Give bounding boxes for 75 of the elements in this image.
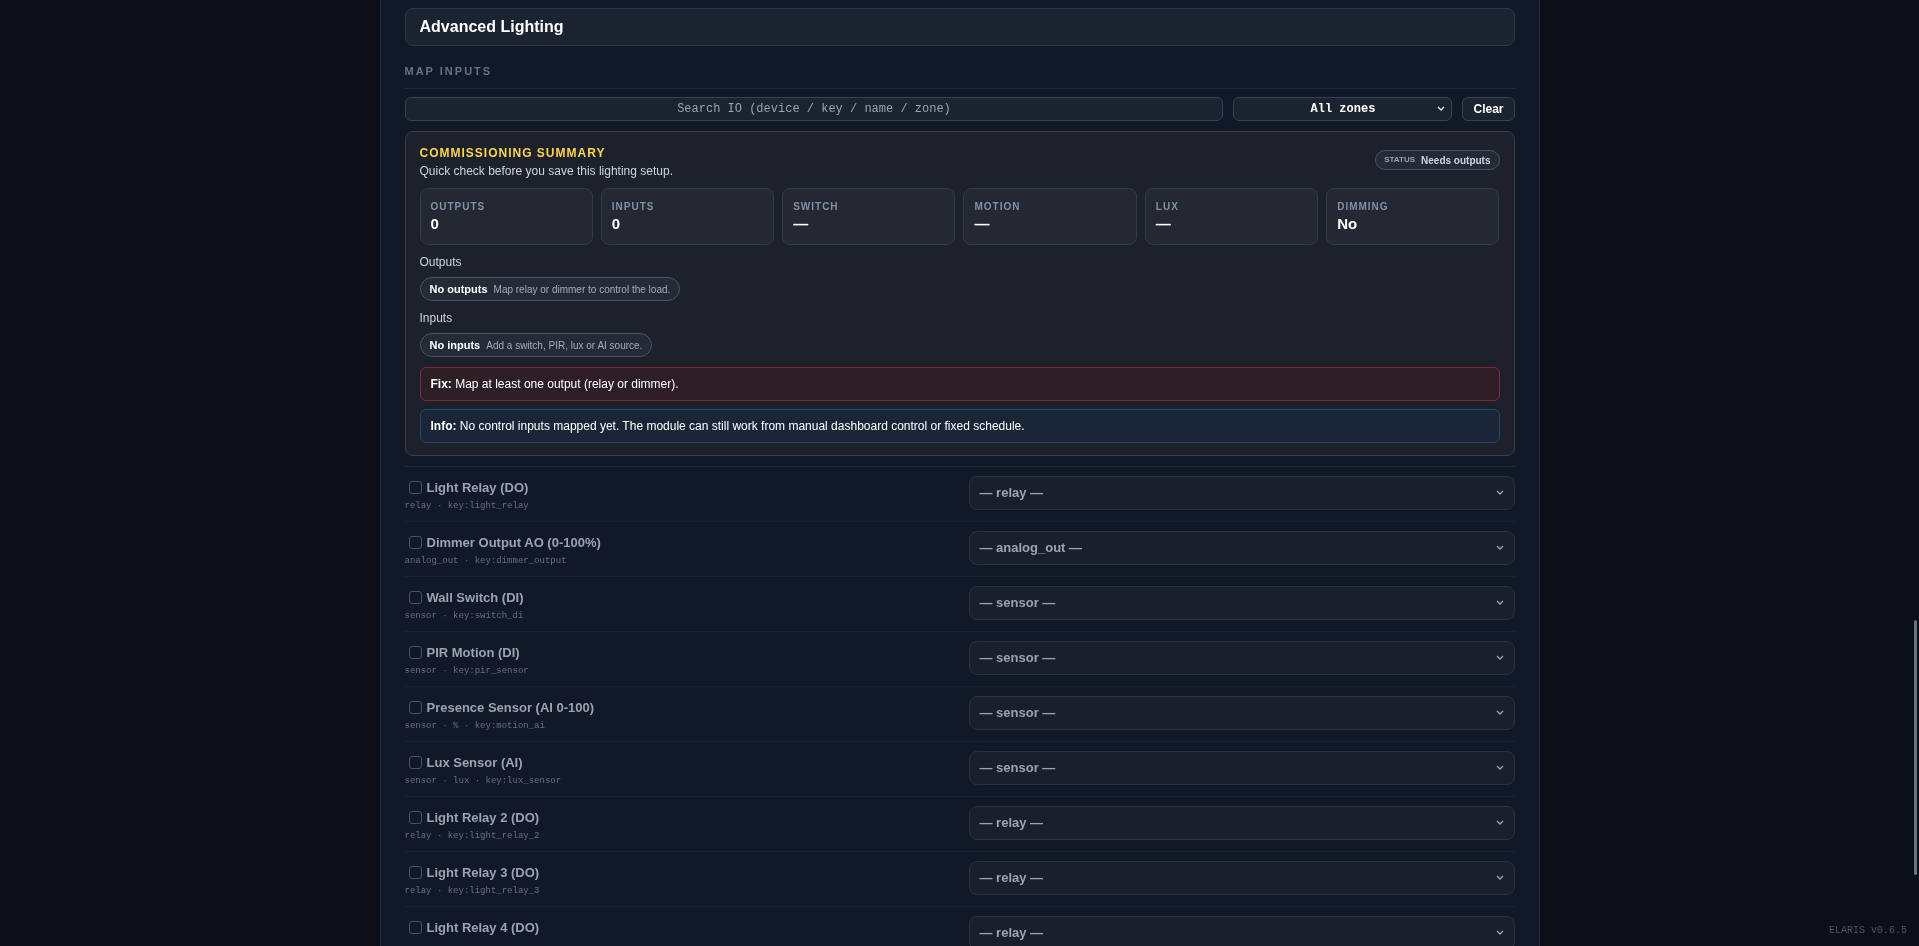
summary-subtitle: Quick check before you save this lighting setup.	[419, 163, 673, 180]
io-label: Dimmer Output AO (0-100%)	[426, 534, 601, 552]
mapping-dropdown[interactable]: — sensor —	[968, 586, 1515, 620]
notice-text: Fix: Map at least one output (relay or dimmer).	[430, 376, 679, 393]
io-meta: sensor · key:pir_sensor	[404, 664, 530, 678]
io-meta: sensor · % · key:motion_ai	[404, 719, 546, 733]
checkbox[interactable]	[408, 921, 422, 935]
chip-title: No outputs	[429, 281, 488, 297]
group-title: Outputs	[419, 254, 463, 271]
chevron-down-icon	[1495, 710, 1504, 716]
io-meta: analog_out · key:dimmer_output	[404, 554, 568, 568]
stat-value: —	[1155, 214, 1172, 234]
checkbox[interactable]	[408, 756, 422, 770]
status-value: Needs outputs	[1421, 153, 1491, 168]
io-label: Presence Sensor (AI 0-100)	[426, 699, 595, 717]
chevron-down-icon	[1495, 545, 1504, 551]
io-meta: relay · key:light_relay_2	[404, 829, 541, 843]
chevron-down-icon	[1495, 490, 1504, 496]
mapping-dropdown[interactable]: — relay —	[968, 806, 1515, 840]
io-label: Lux Sensor (AI)	[426, 754, 523, 772]
mapping-dropdown[interactable]: — analog_out —	[968, 531, 1515, 565]
section-heading: MAP INPUTS	[404, 65, 493, 77]
panel-title: Advanced Lighting	[419, 17, 564, 37]
io-meta: relay · key:light_relay_3	[404, 884, 541, 898]
checkbox[interactable]	[408, 591, 422, 605]
clear-button[interactable]: Clear	[1462, 97, 1515, 121]
chevron-down-icon	[1495, 600, 1504, 606]
io-label: Light Relay 2 (DO)	[426, 809, 540, 827]
io-meta: sensor · key:switch_di	[404, 609, 525, 623]
chevron-down-icon	[1495, 875, 1504, 881]
checkbox[interactable]	[408, 536, 422, 550]
stat-value: 0	[611, 214, 622, 234]
chevron-down-icon	[1495, 930, 1504, 936]
stat-value: 0	[430, 214, 440, 234]
mapping-dropdown[interactable]: — sensor —	[968, 641, 1515, 675]
io-meta: relay · key:light_relay	[404, 499, 530, 513]
chip-text: Map relay or dimmer to control the load.	[493, 282, 671, 297]
checkbox[interactable]	[408, 481, 422, 495]
checkbox[interactable]	[408, 646, 422, 660]
mapping-dropdown[interactable]: — relay —	[968, 861, 1515, 895]
stat-label: DIMMING	[1337, 200, 1390, 214]
stat-label: LUX	[1155, 200, 1180, 214]
checkbox[interactable]	[408, 701, 422, 715]
mapping-dropdown[interactable]: — relay —	[968, 476, 1515, 510]
checkbox[interactable]	[408, 866, 422, 880]
stat-label: SWITCH	[793, 200, 840, 214]
zone-dropdown[interactable]: All zones	[1233, 97, 1453, 121]
version-label: ELARIS v0.6.5	[1829, 924, 1907, 938]
chip-text: Add a switch, PIR, lux or AI source.	[486, 338, 643, 353]
chevron-down-icon	[1495, 820, 1504, 826]
chevron-down-icon	[1495, 655, 1504, 661]
io-meta: sensor · lux · key:lux_sensor	[404, 774, 563, 788]
io-label: Wall Switch (DI)	[426, 589, 524, 607]
stat-label: OUTPUTS	[430, 200, 487, 214]
chevron-down-icon	[1495, 765, 1504, 771]
io-label: Light Relay 4 (DO)	[426, 919, 540, 937]
io-label: PIR Motion (DI)	[426, 644, 520, 662]
stat-label: INPUTS	[611, 200, 656, 214]
chevron-down-icon	[1437, 106, 1446, 112]
stat-value: —	[793, 214, 810, 234]
stat-value: —	[974, 214, 991, 234]
chip-title: No inputs	[429, 337, 481, 353]
checkbox[interactable]	[408, 811, 422, 825]
io-label: Light Relay (DO)	[426, 479, 529, 497]
stat-label: MOTION	[974, 200, 1022, 214]
mapping-dropdown[interactable]: — sensor —	[968, 751, 1515, 785]
search-field[interactable]: Search IO (device / key / name / zone)	[404, 97, 1224, 121]
summary-title: COMMISSIONING SUMMARY	[419, 145, 607, 162]
status-label: STATUS	[1384, 154, 1416, 166]
io-label: Light Relay 3 (DO)	[426, 864, 540, 882]
mapping-dropdown[interactable]: — relay —	[968, 916, 1515, 946]
notice-text: Info: No control inputs mapped yet. The module can still work from manual dashboard control or fixed schedule.	[430, 418, 1025, 435]
group-title: Inputs	[419, 310, 454, 327]
stat-value: No	[1337, 214, 1359, 234]
mapping-dropdown[interactable]: — sensor —	[968, 696, 1515, 730]
